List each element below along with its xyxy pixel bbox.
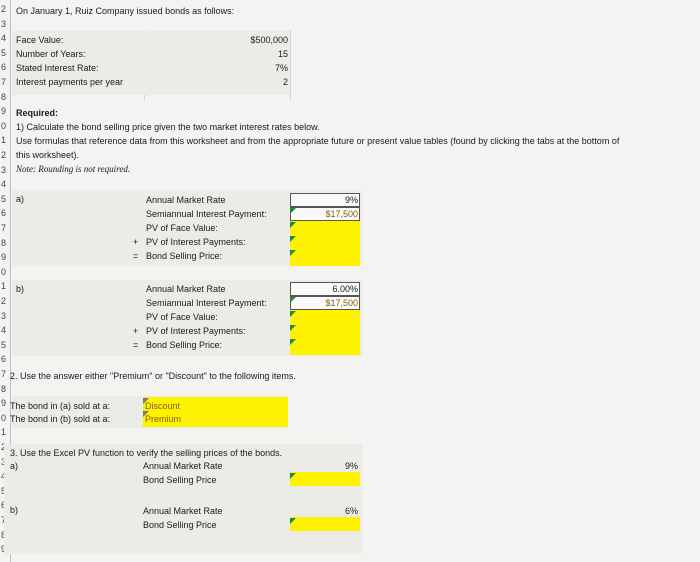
q3-b-price-input[interactable] [290, 517, 360, 531]
row-number[interactable]: 1 [0, 427, 10, 437]
part-b-op: + [133, 326, 139, 336]
part-a-label: PV of Face Value: [146, 223, 218, 233]
gridline [290, 30, 291, 100]
part-a-op: = [133, 251, 139, 261]
formula-indicator-icon [143, 398, 149, 404]
row-number[interactable]: 6 [0, 354, 10, 364]
part-b-label: Annual Market Rate [146, 284, 226, 294]
required-line-3: this worksheet). [16, 150, 80, 160]
row-number[interactable]: 1 [0, 135, 10, 145]
formula-indicator-icon [290, 236, 296, 242]
q3-b-tag: b) [10, 505, 19, 515]
formula-indicator-icon [290, 311, 296, 317]
part-b-label: Bond Selling Price: [146, 340, 223, 350]
formula-indicator-icon [290, 473, 296, 479]
part-a-label: Bond Selling Price: [146, 251, 223, 261]
row-number[interactable]: 8 [0, 238, 10, 248]
fact-label: Number of Years: [16, 49, 86, 59]
formula-indicator-icon [290, 325, 296, 331]
q3-a-rate-label: Annual Market Rate [143, 461, 223, 471]
row-number[interactable]: 3 [0, 311, 10, 321]
required-heading: Required: [16, 108, 59, 118]
row-number[interactable]: 2 [0, 150, 10, 160]
part-a-tag: a) [16, 194, 25, 204]
intro-text: On January 1, Ruiz Company issued bonds … [16, 6, 235, 16]
row-number[interactable]: 7 [0, 369, 10, 379]
q3-b-rate-label: Annual Market Rate [143, 506, 223, 516]
row-number[interactable]: 0 [0, 121, 10, 131]
required-line-1: 1) Calculate the bond selling price give… [16, 122, 320, 132]
part-b-payment-value: $17,500 [325, 298, 358, 308]
row-number[interactable]: 5 [0, 340, 10, 350]
row-number[interactable]: 5 [0, 194, 10, 204]
formula-indicator-icon [290, 250, 296, 256]
part-a-payment-value: $17,500 [325, 209, 358, 219]
row-number[interactable]: 4 [0, 179, 10, 189]
row-number[interactable]: 7 [0, 77, 10, 87]
q2-label: The bond in (b) sold at a: [10, 414, 111, 424]
part-a-rate-value: 9% [344, 195, 358, 205]
q2-answer-a[interactable]: Discount [145, 400, 180, 412]
row-number[interactable]: 9 [0, 398, 10, 408]
fact-value[interactable]: 7% [220, 62, 288, 74]
q3-a-tag: a) [10, 461, 19, 471]
part-b-input-area[interactable] [290, 310, 360, 355]
part-a-op: + [133, 237, 139, 247]
row-number[interactable]: 0 [0, 413, 10, 423]
formula-indicator-icon [290, 339, 296, 345]
part-b-label: PV of Interest Payments: [146, 326, 246, 336]
part-a-label: Annual Market Rate [146, 195, 226, 205]
formula-indicator-icon [290, 222, 296, 228]
row-number[interactable]: 6 [0, 62, 10, 72]
q3-a-rate-value[interactable]: 9% [292, 460, 358, 472]
part-b-rate-value: 6.00% [332, 284, 358, 294]
fact-value[interactable]: 2 [220, 76, 288, 88]
part-a-input-area[interactable] [290, 221, 360, 266]
q3-b-rate-value[interactable]: 6% [292, 505, 358, 517]
required-line-2: Use formulas that reference data from th… [16, 136, 620, 146]
formula-indicator-icon [143, 411, 149, 417]
row-number[interactable]: 9 [0, 106, 10, 116]
row-number[interactable]: 7 [0, 223, 10, 233]
q2-heading: 2. Use the answer either "Premium" or "D… [10, 371, 296, 381]
fact-label: Stated Interest Rate: [16, 63, 99, 73]
row-number[interactable]: 5 [0, 48, 10, 58]
q3-a-price-label: Bond Selling Price [143, 475, 217, 485]
q3-heading: 3. Use the Excel PV function to verify t… [10, 448, 283, 458]
row-number[interactable]: 8 [0, 92, 10, 102]
part-b-op: = [133, 340, 139, 350]
part-b-tag: b) [16, 284, 25, 294]
part-b-label: Semiannual Interest Payment: [146, 298, 267, 308]
row-number[interactable]: 0 [0, 267, 10, 277]
q3-a-price-input[interactable] [290, 472, 360, 486]
q2-label: The bond in (a) sold at a: [10, 401, 111, 411]
formula-indicator-icon [290, 518, 296, 524]
fact-label: Face Value: [16, 35, 64, 45]
row-number[interactable]: 1 [0, 281, 10, 291]
fact-value[interactable]: $500,000 [220, 34, 288, 46]
row-number[interactable]: 9 [0, 252, 10, 262]
row-number[interactable]: 3 [0, 19, 10, 29]
fact-label: Interest payments per year [16, 77, 124, 87]
row-number[interactable]: 2 [0, 4, 10, 14]
fact-value[interactable]: 15 [220, 48, 288, 60]
part-b-label: PV of Face Value: [146, 312, 218, 322]
row-number[interactable]: 4 [0, 33, 10, 43]
part-a-label: PV of Interest Payments: [146, 237, 246, 247]
q2-answer-b[interactable]: Premium [145, 413, 181, 425]
rounding-note: Note: Rounding is not required. [16, 164, 131, 174]
row-number[interactable]: 3 [0, 165, 10, 175]
spreadsheet: 23456789012345678901234567890123456789 O… [0, 0, 700, 562]
row-number[interactable]: 8 [0, 384, 10, 394]
row-number[interactable]: 6 [0, 208, 10, 218]
row-number[interactable]: 2 [0, 296, 10, 306]
q3-b-price-label: Bond Selling Price [143, 520, 217, 530]
row-number[interactable]: 4 [0, 325, 10, 335]
part-a-label: Semiannual Interest Payment: [146, 209, 267, 219]
